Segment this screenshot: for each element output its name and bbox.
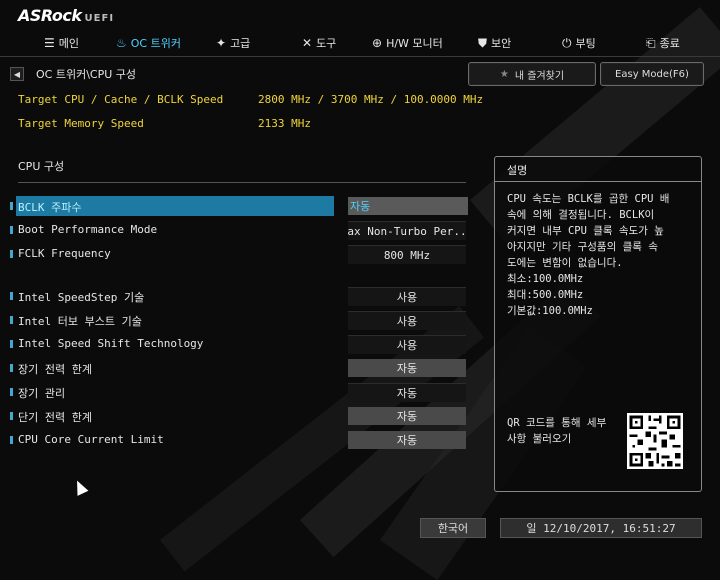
setting-value-dropdown[interactable]: 자동 [348,383,466,402]
language-button[interactable]: 한국어 [420,518,486,538]
setting-value-dropdown[interactable]: 사용 [348,287,466,306]
setting-label: CPU Core Current Limit [18,433,164,446]
back-button[interactable]: ◀ [10,67,24,81]
setting-row[interactable]: 장기 전력 한계 자동 [10,358,470,378]
flame-icon: ♨ [116,36,127,50]
breadcrumb-text: OC 트위커\CPU 구성 [36,68,137,81]
tab-exit[interactable]: ⎗ 종료 [646,34,680,52]
row-marker [10,202,13,210]
power-icon: ⏻ [562,35,572,50]
qr-caption: QR 코드를 통해 세부 사항 불러오기 [507,417,607,445]
setting-value-dropdown[interactable]: 자동 [348,431,466,449]
section-title: CPU 구성 [18,160,65,173]
row-marker [10,316,13,324]
row-marker [10,412,13,420]
star-icon: ✦ [216,36,227,50]
qr-code-icon[interactable] [627,413,683,469]
tab-main[interactable]: ☰ 메인 [44,34,79,52]
setting-label: Intel Speed Shift Technology [18,337,204,350]
breadcrumb: ◀ OC 트위커\CPU 구성 [10,66,136,82]
chevron-left-icon: ◀ [13,69,21,79]
setting-label: BCLK 주파수 [18,201,82,214]
setting-label: 단기 전력 한계 [18,411,92,424]
setting-label: 장기 전력 한계 [18,363,92,376]
description-text: CPU 속도는 BCLK를 곱한 CPU 배 속에 의해 결정됩니다. BCLK… [507,193,670,317]
star-icon: ★ [499,68,509,80]
setting-value-dropdown[interactable]: 사용 [348,335,466,354]
setting-row[interactable]: CPU Core Current Limit 자동 [10,430,470,450]
tools-icon: ✕ [302,36,313,50]
top-navigation: ☰ 메인 ♨ OC 트위커 ✦ 고급 ✕ 도구 ⊕ H/W 모니터 ⛊ 보안 ⏻ 부팅 ⎗ 종료 [0,30,720,56]
setting-row[interactable]: Boot Performance Mode Max Non-Turbo Per..… [10,220,470,240]
setting-row[interactable]: BCLK 주파수 자동 [10,196,470,216]
setting-label: Intel SpeedStep 기술 [18,291,145,304]
list-icon: ☰ [44,36,55,50]
setting-label: 장기 관리 [18,387,66,400]
datetime-display: 일 12/10/2017, 16:51:27 [500,518,702,538]
description-header: 설명 [495,157,701,182]
setting-row[interactable]: Intel Speed Shift Technology 사용 [10,334,470,354]
row-marker [10,364,13,372]
exit-icon: ⎗ [646,35,656,50]
brand-logo: ASRock UEFI [18,6,115,25]
description-title: 설명 [507,164,528,177]
row-marker [10,436,13,444]
section-divider [18,182,466,183]
row-marker [10,250,13,258]
tab-tools[interactable]: ✕ 도구 [302,34,336,52]
setting-value-dropdown[interactable]: 800 MHz [348,245,466,264]
setting-value-dropdown[interactable]: 자동 [348,359,466,377]
setting-row[interactable]: 단기 전력 한계 자동 [10,406,470,426]
row-marker [10,292,13,300]
tab-boot[interactable]: ⏻ 부팅 [562,34,596,52]
favorites-button[interactable]: ★ 내 즐겨찾기 [468,62,596,86]
info-row-target-memory: Target Memory Speed 2133 MHz [18,117,311,130]
setting-label: FCLK Frequency [18,247,111,260]
easy-mode-button[interactable]: Easy Mode(F6) [600,62,704,86]
setting-label: Boot Performance Mode [18,223,158,236]
setting-label: Intel 터보 부스트 기술 [18,315,142,328]
row-marker [10,226,13,234]
description-panel: 설명 CPU 속도는 BCLK를 곱한 CPU 배 속에 의해 결정됩니다. B… [494,156,702,492]
setting-row[interactable]: Intel SpeedStep 기술 사용 [10,286,470,306]
row-marker [10,340,13,348]
setting-row[interactable]: 장기 관리 자동 [10,382,470,402]
setting-value-dropdown[interactable]: 자동 [348,407,466,425]
setting-row[interactable]: FCLK Frequency 800 MHz [10,244,470,264]
nav-divider [0,56,720,57]
setting-value-dropdown[interactable]: Max Non-Turbo Per... [348,221,466,240]
monitor-icon: ⊕ [372,36,383,50]
setting-value-dropdown[interactable]: 자동 [348,197,468,215]
setting-value-dropdown[interactable]: 사용 [348,311,466,330]
tab-hw-monitor[interactable]: ⊕ H/W 모니터 [372,34,443,52]
row-marker [10,388,13,396]
shield-icon: ⛊ [478,35,488,50]
tab-security[interactable]: ⛊ 보안 [478,34,511,52]
info-row-target-cpu: Target CPU / Cache / BCLK Speed 2800 MHz… [18,93,484,106]
setting-row[interactable]: Intel 터보 부스트 기술 사용 [10,310,470,330]
tab-advanced[interactable]: ✦ 고급 [216,34,250,52]
mouse-cursor-icon [71,478,89,496]
tab-oc-tweaker[interactable]: ♨ OC 트위커 [116,34,181,52]
